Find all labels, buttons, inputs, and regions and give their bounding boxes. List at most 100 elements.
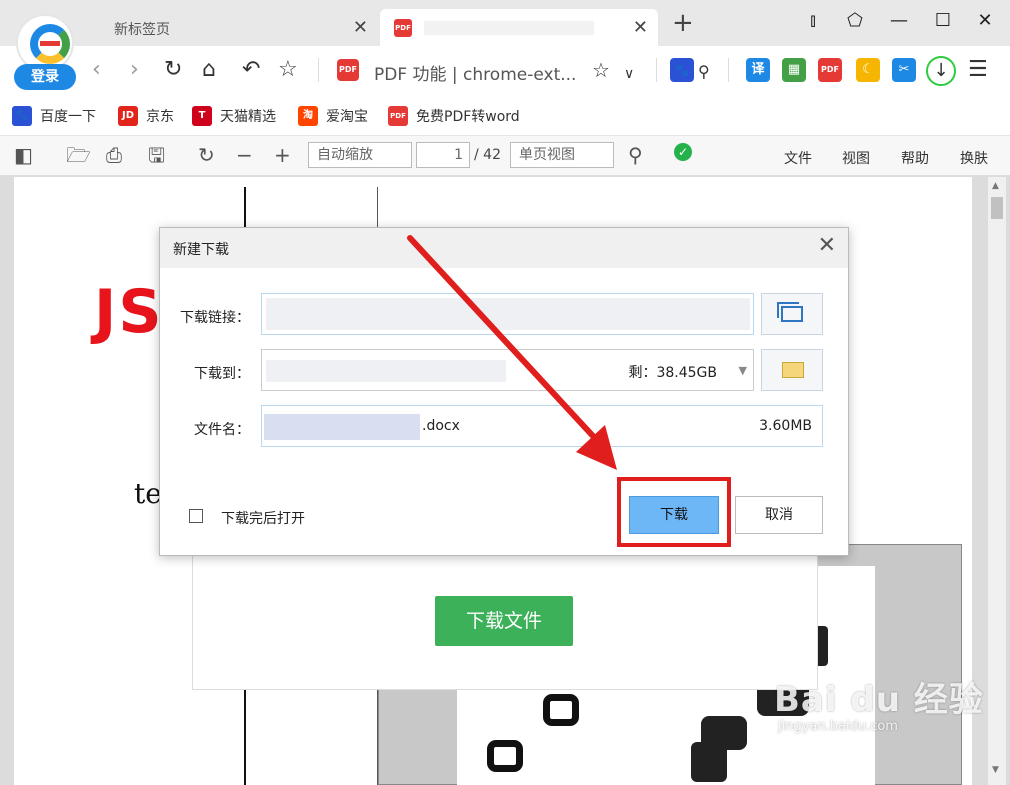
bookmark-label: 天猫精选 bbox=[220, 109, 276, 125]
forward-icon[interactable]: › bbox=[130, 58, 139, 82]
translate-ext-icon[interactable]: 译 bbox=[746, 58, 770, 82]
vertical-scrollbar[interactable]: ▲ ▼ bbox=[988, 177, 1006, 785]
baidu-search-icon[interactable]: 🐾 bbox=[670, 58, 694, 82]
download-link-field[interactable] bbox=[261, 293, 754, 335]
filename-label: 文件名： bbox=[194, 422, 250, 438]
divider bbox=[656, 58, 657, 82]
minimize-icon[interactable]: — bbox=[886, 10, 912, 31]
bookmark-pdf-to-word[interactable]: PDF 免费PDF转word bbox=[388, 106, 520, 126]
rotate-icon[interactable]: ↻ bbox=[198, 144, 215, 166]
zoom-out-icon[interactable]: − bbox=[236, 144, 253, 166]
redacted-filename bbox=[264, 414, 420, 440]
apps-ext-icon[interactable]: ▦ bbox=[782, 58, 806, 82]
divider bbox=[728, 58, 729, 82]
download-file-button[interactable]: 下载文件 bbox=[435, 596, 573, 646]
close-icon[interactable]: ✕ bbox=[633, 17, 648, 38]
bookmark-baidu[interactable]: 🐾 百度一下 bbox=[12, 106, 96, 126]
highlight-box bbox=[617, 477, 731, 547]
close-icon[interactable]: ✕ bbox=[818, 234, 836, 258]
star-icon[interactable]: ☆ bbox=[278, 58, 298, 82]
open-after-label: 下载完后打开 bbox=[221, 511, 305, 527]
redacted-path bbox=[266, 360, 506, 382]
print-icon[interactable]: ⎙ bbox=[106, 144, 122, 166]
bookmarks-bar: 🐾 百度一下 JD 京东 T 天猫精选 淘 爱淘宝 PDF 免费PDF转word bbox=[0, 94, 1010, 136]
home-icon[interactable]: ⌂ bbox=[202, 58, 216, 82]
filename-extension: .docx bbox=[422, 418, 460, 434]
open-after-checkbox[interactable] bbox=[189, 509, 203, 523]
taobao-icon: 淘 bbox=[298, 106, 318, 126]
copy-link-button[interactable] bbox=[761, 293, 823, 335]
browser-logo[interactable]: 登录 bbox=[12, 14, 78, 90]
redacted-url bbox=[266, 298, 750, 330]
download-link-label: 下载链接： bbox=[180, 310, 250, 326]
scroll-down-icon[interactable]: ▼ bbox=[992, 765, 999, 775]
search-icon[interactable]: ⚲ bbox=[698, 60, 710, 84]
bookmark-taobao[interactable]: 淘 爱淘宝 bbox=[298, 106, 368, 126]
check-icon: ✓ bbox=[674, 143, 692, 161]
cancel-button[interactable]: 取消 bbox=[735, 496, 823, 534]
new-tab-button[interactable]: + bbox=[672, 10, 694, 36]
tab-pdf-active[interactable]: PDF ✕ bbox=[380, 9, 658, 46]
undo-icon[interactable]: ↶ bbox=[242, 58, 260, 82]
save-icon[interactable]: 🖫 bbox=[148, 144, 165, 166]
tmall-icon: T bbox=[192, 106, 212, 126]
bookmark-star-icon[interactable]: ☆ bbox=[592, 58, 610, 82]
watermark-title: Bai du 经验 bbox=[774, 680, 984, 720]
refresh-icon[interactable]: ↻ bbox=[164, 58, 182, 82]
copy-icon bbox=[777, 302, 803, 322]
baidu-jingyan-watermark: Bai du 经验 jingyan.baidu.com bbox=[774, 672, 984, 734]
close-icon[interactable]: ✕ bbox=[353, 17, 368, 38]
open-file-icon[interactable]: 🗁 bbox=[66, 144, 91, 166]
menu-help[interactable]: 帮助 bbox=[901, 148, 929, 168]
dialog-title: 新建下载 bbox=[173, 242, 229, 258]
menu-view[interactable]: 视图 bbox=[842, 148, 870, 168]
part-image bbox=[691, 742, 727, 782]
sidebar-toggle-icon[interactable]: ⫾ bbox=[800, 10, 826, 31]
hex-nut-image bbox=[543, 694, 579, 726]
pdf-icon: PDF bbox=[388, 106, 408, 126]
address-text[interactable]: PDF 功能 | chrome-ext... bbox=[374, 60, 576, 85]
chevron-down-icon[interactable]: ∨ bbox=[624, 62, 634, 86]
pdf-icon: PDF bbox=[337, 59, 359, 81]
download-manager-icon[interactable]: ↓ bbox=[926, 56, 956, 86]
bookmark-jd[interactable]: JD 京东 bbox=[118, 106, 174, 126]
scroll-thumb[interactable] bbox=[991, 197, 1003, 219]
bookmark-label: 爱淘宝 bbox=[326, 109, 368, 125]
menu-file[interactable]: 文件 bbox=[784, 148, 812, 168]
page-total: / 42 bbox=[474, 147, 501, 163]
chevron-down-icon[interactable]: ▼ bbox=[739, 364, 747, 377]
moon-ext-icon[interactable]: ☾ bbox=[856, 58, 880, 82]
page-number-input[interactable]: 1 bbox=[416, 142, 470, 168]
hex-nut-image bbox=[487, 740, 523, 772]
back-icon[interactable]: ‹ bbox=[92, 58, 101, 82]
login-button[interactable]: 登录 bbox=[14, 64, 76, 90]
remaining-space: 剩：38.45GB bbox=[628, 365, 717, 381]
pdf-ext-icon[interactable]: PDF bbox=[818, 58, 842, 82]
bookmark-label: 京东 bbox=[146, 109, 174, 125]
save-to-label: 下载到： bbox=[194, 366, 250, 382]
dialog-header: 新建下载 ✕ bbox=[160, 228, 848, 268]
folder-icon bbox=[782, 362, 804, 378]
zoom-in-icon[interactable]: + bbox=[274, 144, 291, 166]
close-window-icon[interactable]: ✕ bbox=[972, 10, 998, 31]
browse-folder-button[interactable] bbox=[761, 349, 823, 391]
scroll-up-icon[interactable]: ▲ bbox=[992, 181, 999, 191]
view-mode-select[interactable]: 单页视图 bbox=[510, 142, 614, 168]
search-icon[interactable]: ⚲ bbox=[628, 144, 643, 166]
tab-strip: 新标签页 ✕ PDF ✕ + ⫾ ⬠ — ☐ ✕ bbox=[0, 0, 1010, 46]
scissors-ext-icon[interactable]: ✂ bbox=[892, 58, 916, 82]
filename-input[interactable]: .docx 3.60MB bbox=[261, 405, 823, 447]
tab-title bbox=[424, 21, 594, 35]
document-heading: JS bbox=[94, 277, 164, 347]
save-path-select[interactable]: 剩：38.45GB ▼ bbox=[261, 349, 754, 391]
tab-new-tab[interactable]: 新标签页 ✕ bbox=[92, 9, 378, 46]
bookmark-tmall[interactable]: T 天猫精选 bbox=[192, 106, 276, 126]
menu-skin[interactable]: 换肤 bbox=[960, 148, 988, 168]
skin-icon[interactable]: ⬠ bbox=[842, 10, 868, 31]
new-download-dialog: 新建下载 ✕ 下载链接： 下载到： 剩：38.45GB ▼ 文件名： .docx… bbox=[159, 227, 849, 556]
zoom-select[interactable]: 自动缩放 bbox=[308, 142, 412, 168]
maximize-icon[interactable]: ☐ bbox=[930, 10, 956, 31]
menu-icon[interactable]: ☰ bbox=[968, 58, 988, 82]
sidebar-icon[interactable]: ◧ bbox=[14, 144, 33, 166]
tab-title: 新标签页 bbox=[114, 22, 170, 38]
